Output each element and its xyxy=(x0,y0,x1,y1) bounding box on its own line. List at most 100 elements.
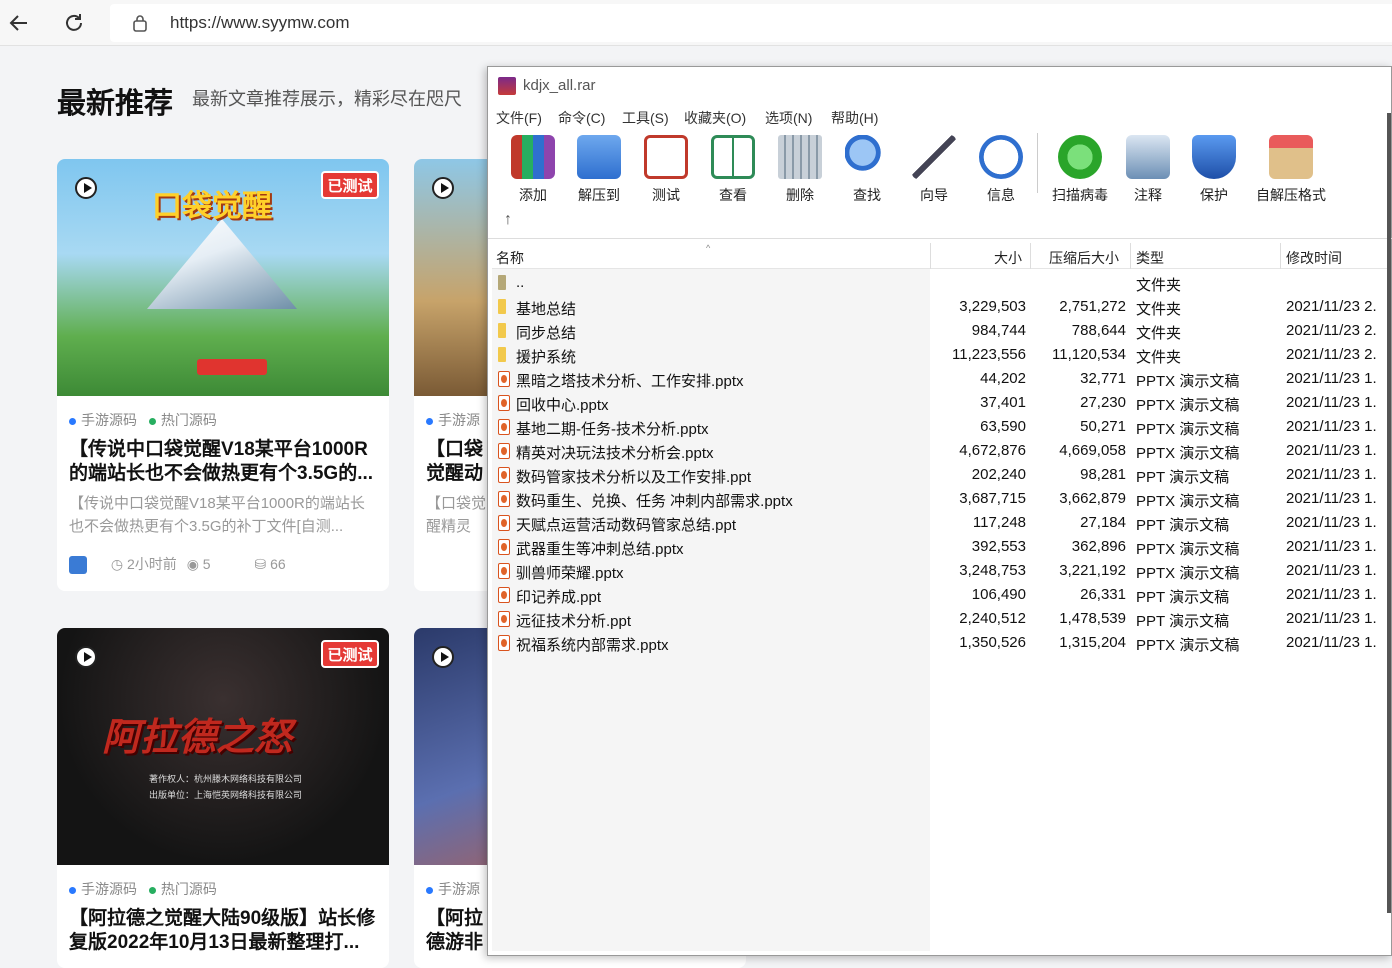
thumb-copyright: 著作权人：杭州滕木网络科技有限公司 xyxy=(149,774,303,784)
tool-info-button[interactable]: 信息 xyxy=(969,135,1033,205)
file-modified: 2021/11/23 1. xyxy=(1286,634,1377,651)
file-row[interactable]: 武器重生等冲刺总结.pptx 392,553 362,896 PPTX 演示文稿 202… xyxy=(492,535,1392,559)
file-row[interactable]: 印记养成.ppt 106,490 26,331 PPT 演示文稿 2021/11/23 … xyxy=(492,583,1392,607)
menu-file[interactable]: 文件(F) xyxy=(496,108,542,128)
col-size[interactable]: 大小 xyxy=(994,248,1022,268)
file-packed-size: 32,771 xyxy=(1080,370,1126,387)
col-type[interactable]: 类型 xyxy=(1136,248,1164,268)
file-row[interactable]: 驯兽师荣耀.pptx 3,248,753 3,221,192 PPTX 演示文稿 202… xyxy=(492,559,1392,583)
file-row[interactable]: 基地总结 3,229,503 2,751,272 文件夹 2021/11/23 2. xyxy=(492,295,1392,319)
tag-hot-source[interactable]: 热门源码 xyxy=(161,412,217,428)
file-row[interactable]: 精英对决玩法技术分析会.pptx 4,672,876 4,669,058 PPTX 演… xyxy=(492,439,1392,463)
play-icon[interactable] xyxy=(75,646,97,668)
file-type: PPTX 演示文稿 xyxy=(1136,637,1240,654)
tool-comment-button[interactable]: 注释 xyxy=(1116,135,1180,205)
file-row[interactable]: 远征技术分析.ppt 2,240,512 1,478,539 PPT 演示文稿 2021… xyxy=(492,607,1392,631)
card-thumbnail[interactable]: 阿拉德之怒 著作权人：杭州滕木网络科技有限公司 出版单位：上海恺英网络科技有限公… xyxy=(57,628,389,865)
file-row[interactable]: 回收中心.pptx 37,401 27,230 PPTX 演示文稿 2021/11/23… xyxy=(492,391,1392,415)
file-row[interactable]: 数码管家技术分析以及工作安排.ppt 202,240 98,281 PPT 演示文稿 2… xyxy=(492,463,1392,487)
file-row[interactable]: 数码重生、兑换、任务 冲刺内部需求.pptx 3,687,715 3,662,879… xyxy=(492,487,1392,511)
tool-extract-button[interactable]: 解压到 xyxy=(567,135,631,205)
card-title[interactable]: 【口袋觉醒动物小精灵... xyxy=(426,438,496,486)
file-list[interactable]: 名称 ^ 大小 压缩后大小 类型 修改时间 .. 文件夹 基地总结 3,229,503… xyxy=(492,243,1387,951)
address-bar[interactable]: https://www.syymw.com xyxy=(110,4,1392,42)
add-archive-icon xyxy=(511,135,555,179)
tool-wizard-button[interactable]: 向导 xyxy=(902,135,966,205)
tag-mobile-source[interactable]: 手游源码 xyxy=(81,881,137,897)
col-packed[interactable]: 压缩后大小 xyxy=(1049,248,1119,268)
sfx-box-icon xyxy=(1269,135,1313,179)
tool-protect-button[interactable]: 保护 xyxy=(1182,135,1246,205)
parent-folder-row[interactable]: .. 文件夹 xyxy=(492,271,1392,295)
card-title[interactable]: 【阿拉德游非常... xyxy=(426,907,496,955)
file-name[interactable]: .. xyxy=(516,274,524,291)
file-packed-size: 27,184 xyxy=(1080,514,1126,531)
menu-commands[interactable]: 命令(C) xyxy=(558,108,605,128)
winrar-window[interactable]: kdjx_all.rar 文件(F) 命令(C) 工具(S) 收藏夹(O) 选项… xyxy=(487,66,1392,956)
tool-label: 查看 xyxy=(719,187,747,203)
menu-tools[interactable]: 工具(S) xyxy=(622,108,669,128)
file-row[interactable]: 天赋点运营活动数码管家总结.ppt 117,248 27,184 PPT 演示文稿 20… xyxy=(492,511,1392,535)
tag-mobile-source[interactable]: 手游源 xyxy=(438,881,480,897)
file-type: 文件夹 xyxy=(1136,301,1182,318)
menu-favorites[interactable]: 收藏夹(O) xyxy=(684,108,746,128)
tool-label: 解压到 xyxy=(578,187,620,203)
file-modified: 2021/11/23 1. xyxy=(1286,466,1377,483)
extract-folder-icon xyxy=(577,135,621,179)
col-modified[interactable]: 修改时间 xyxy=(1286,248,1342,268)
delete-trash-icon xyxy=(778,135,822,179)
toolbar-separator xyxy=(1037,133,1038,193)
thumb-logo-text: 阿拉德之怒 xyxy=(102,717,293,759)
file-row[interactable]: 援护系统 11,223,556 11,120,534 文件夹 2021/11/23 2. xyxy=(492,343,1392,367)
browser-toolbar: https://www.syymw.com xyxy=(0,0,1392,46)
play-icon[interactable] xyxy=(75,177,97,199)
file-modified: 2021/11/23 2. xyxy=(1286,322,1377,339)
file-packed-size: 1,478,539 xyxy=(1059,610,1126,627)
scrollbar[interactable] xyxy=(1387,113,1391,913)
file-row[interactable]: 祝福系统内部需求.pptx 1,350,526 1,315,204 PPTX 演示文稿… xyxy=(492,631,1392,655)
card-title[interactable]: 【阿拉德之觉醒大陆90级版】站长修复版2022年10月13日最新整理打... xyxy=(69,907,379,955)
back-arrow-icon[interactable] xyxy=(5,9,33,37)
card-thumbnail[interactable]: 口袋觉醒 已测试 xyxy=(57,159,389,396)
lock-icon[interactable] xyxy=(132,14,148,37)
reload-icon[interactable] xyxy=(60,9,88,37)
card-tags: 手游源码 热门源码 xyxy=(69,879,217,899)
tool-view-button[interactable]: 查看 xyxy=(701,135,765,205)
tool-virus-scan-button[interactable]: 扫描病毒 xyxy=(1045,135,1115,205)
col-name[interactable]: 名称 xyxy=(496,248,524,268)
play-icon[interactable] xyxy=(432,177,454,199)
coin-icon: ⛁ xyxy=(254,556,267,572)
url-text[interactable]: https://www.syymw.com xyxy=(170,13,349,33)
file-type: PPTX 演示文稿 xyxy=(1136,493,1240,510)
tool-label: 自解压格式 xyxy=(1256,187,1326,203)
tool-test-button[interactable]: 测试 xyxy=(634,135,698,205)
tool-add-button[interactable]: 添加 xyxy=(501,135,565,205)
file-modified: 2021/11/23 2. xyxy=(1286,346,1377,363)
tool-label: 注释 xyxy=(1134,187,1162,203)
file-packed-size: 11,120,534 xyxy=(1052,346,1126,363)
tool-sfx-button[interactable]: 自解压格式 xyxy=(1249,135,1333,205)
view-book-icon xyxy=(711,135,755,179)
file-modified: 2021/11/23 1. xyxy=(1286,538,1377,555)
tool-delete-button[interactable]: 删除 xyxy=(768,135,832,205)
file-packed-size: 3,662,879 xyxy=(1059,490,1126,507)
file-modified: 2021/11/23 1. xyxy=(1286,610,1377,627)
tag-hot-source[interactable]: 热门源码 xyxy=(161,881,217,897)
file-type: 文件夹 xyxy=(1136,325,1182,342)
tag-mobile-source[interactable]: 手游源码 xyxy=(81,412,137,428)
file-row[interactable]: 同步总结 984,744 788,644 文件夹 2021/11/23 2. xyxy=(492,319,1392,343)
sort-caret-icon: ^ xyxy=(706,243,711,253)
tool-label: 保护 xyxy=(1200,187,1228,203)
tag-mobile-source[interactable]: 手游源 xyxy=(438,412,480,428)
article-card[interactable]: 阿拉德之怒 著作权人：杭州滕木网络科技有限公司 出版单位：上海恺英网络科技有限公… xyxy=(57,628,389,968)
article-card[interactable]: 口袋觉醒 已测试 手游源码 热门源码 【传说中口袋觉醒V18某平台1000R的端… xyxy=(57,159,389,591)
file-row[interactable]: 基地二期-任务-技术分析.pptx 63,590 50,271 PPTX 演示文稿 20… xyxy=(492,415,1392,439)
menu-options[interactable]: 选项(N) xyxy=(765,108,812,128)
menu-help[interactable]: 帮助(H) xyxy=(831,108,878,128)
tool-find-button[interactable]: 查找 xyxy=(835,135,899,205)
play-icon[interactable] xyxy=(432,646,454,668)
file-row[interactable]: 黑暗之塔技术分析、工作安排.pptx 44,202 32,771 PPTX 演示文稿 2… xyxy=(492,367,1392,391)
card-title[interactable]: 【传说中口袋觉醒V18某平台1000R的端站长也不会做热更有个3.5G的... xyxy=(69,438,379,486)
up-folder-icon[interactable]: ↑ xyxy=(504,211,512,229)
file-type: PPTX 演示文稿 xyxy=(1136,445,1240,462)
